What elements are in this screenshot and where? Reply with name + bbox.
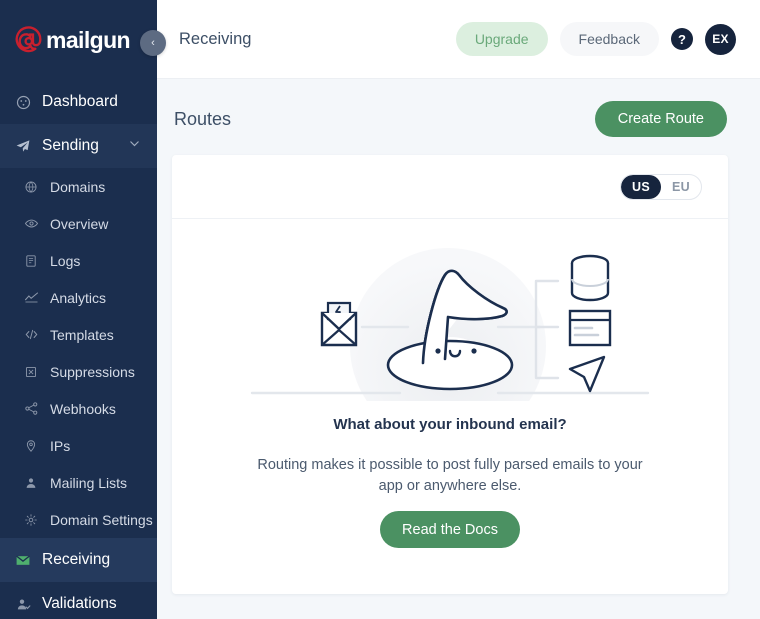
inbound-envelope-icon [320,301,358,347]
region-toggle-us[interactable]: US [621,174,661,199]
code-icon [23,327,39,343]
sidebar-item-label: Suppressions [50,363,135,380]
chart-line-icon [23,290,39,306]
sidebar-item-overview[interactable]: Overview [0,205,157,242]
sidebar-item-validations[interactable]: Validations [0,582,157,619]
sidebar-item-label: Logs [50,252,81,269]
content-header: Routes Create Route [172,97,728,141]
avatar[interactable]: EX [705,23,736,55]
sidebar-item-label: Dashboard [42,93,118,110]
feedback-button[interactable]: Feedback [559,22,659,56]
wizard-hat-routing-illustration [240,241,660,444]
read-the-docs-button[interactable]: Read the Docs [380,511,520,548]
main-area: ‹ Receiving Upgrade Feedback ? EX Routes… [140,0,760,619]
top-bar: Receiving Upgrade Feedback ? EX [157,0,760,79]
empty-state: What about your inbound email? Routing m… [172,219,728,594]
sidebar: mailgun Dashboard Sending Domains Overvi… [0,0,157,619]
browser-window-icon [568,309,612,347]
sidebar-nav: Dashboard Sending Domains Overview Logs … [0,80,157,619]
page-title: Receiving [179,29,252,48]
sidebar-item-domain-settings[interactable]: Domain Settings [0,501,157,538]
send-cursor-icon [568,355,606,393]
sidebar-collapse-button[interactable]: ‹ [140,30,166,56]
globe-icon [23,179,39,195]
card-header: US EU [172,155,728,219]
block-icon [23,364,39,380]
sidebar-item-receiving[interactable]: Receiving [0,538,157,582]
sidebar-item-label: Validations [42,595,117,612]
create-route-button[interactable]: Create Route [594,101,727,137]
sidebar-item-label: Receiving [42,551,111,568]
gear-icon [23,512,39,528]
share-nodes-icon [23,401,39,417]
sidebar-item-label: Mailing Lists [50,474,128,491]
sidebar-item-suppressions[interactable]: Suppressions [0,353,157,390]
paper-plane-icon [15,138,31,154]
database-icon [570,254,610,302]
sidebar-item-sending[interactable]: Sending [0,124,157,168]
upgrade-button[interactable]: Upgrade [455,22,548,56]
sidebar-item-label: Domains [50,178,106,195]
chevron-down-icon[interactable] [128,137,141,155]
chevron-left-icon: ‹ [151,37,155,49]
routes-card: US EU What about your inbound email? Rou… [172,155,728,594]
help-icon[interactable]: ? [671,28,693,50]
sidebar-item-templates[interactable]: Templates [0,316,157,353]
document-icon [23,253,39,269]
envelope-icon [15,552,31,568]
app-root: mailgun Dashboard Sending Domains Overvi… [0,0,760,619]
sidebar-item-dashboard[interactable]: Dashboard [0,80,157,124]
brand-name: mailgun [46,26,131,53]
empty-state-description: Routing makes it possible to post fully … [257,457,643,494]
sidebar-item-label: Overview [50,215,109,232]
content-area: Routes Create Route US EU What about you… [157,79,760,619]
sidebar-item-webhooks[interactable]: Webhooks [0,390,157,427]
sidebar-item-label: Analytics [50,289,107,306]
user-check-icon [15,596,31,612]
sidebar-item-analytics[interactable]: Analytics [0,279,157,316]
topbar-actions: Upgrade Feedback ? EX [455,22,736,56]
sidebar-item-label: IPs [50,437,71,454]
routes-title: Routes [174,108,232,129]
sidebar-item-ips[interactable]: IPs [0,427,157,464]
sidebar-item-label: Sending [42,137,99,154]
location-pin-icon [23,438,39,454]
region-toggle[interactable]: US EU [620,173,702,200]
brand-logo[interactable]: mailgun [0,0,157,80]
sidebar-item-domains[interactable]: Domains [0,168,157,205]
user-icon [23,475,39,491]
sidebar-item-mailing-lists[interactable]: Mailing Lists [0,464,157,501]
sidebar-item-label: Domain Settings [50,511,153,528]
gauge-icon [15,94,31,110]
sidebar-item-label: Templates [50,326,114,343]
region-toggle-eu[interactable]: EU [661,175,701,199]
eye-icon [23,216,39,232]
at-symbol-icon [14,25,43,55]
sidebar-item-logs[interactable]: Logs [0,242,157,279]
empty-state-title: What about your inbound email? [333,416,567,433]
sidebar-item-label: Webhooks [50,400,116,417]
